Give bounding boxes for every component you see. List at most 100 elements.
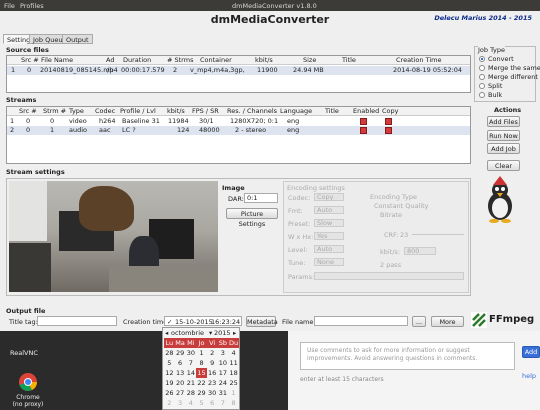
calendar-day[interactable]: 11 — [228, 358, 239, 368]
crf-slider[interactable] — [412, 234, 464, 235]
two-pass-checkbox[interactable]: 2 pass — [380, 261, 401, 269]
calendar-day[interactable]: 7 — [218, 398, 229, 408]
calendar-day[interactable]: 16 — [207, 368, 218, 378]
calendar-day[interactable]: 8 — [196, 358, 207, 368]
encoding-settings-label: Encoding settings — [287, 184, 345, 192]
calendar-day[interactable]: 27 — [175, 388, 186, 398]
prev-year-icon[interactable]: ▾ — [209, 329, 212, 337]
calendar-day[interactable]: 8 — [228, 398, 239, 408]
enabled-checkbox[interactable] — [360, 118, 367, 125]
calendar-day[interactable]: 14 — [186, 368, 197, 378]
clear-button[interactable]: Clear — [487, 160, 520, 171]
day-header: Mi — [187, 339, 195, 347]
tune-select[interactable]: None — [314, 258, 344, 266]
calendar-month[interactable]: octombrie — [171, 329, 204, 337]
check-icon[interactable]: ✓ — [167, 318, 172, 326]
calendar-day[interactable]: 3 — [175, 398, 186, 408]
calendar-day[interactable]: 31 — [218, 388, 229, 398]
menu-profiles[interactable]: Profiles — [20, 2, 44, 10]
tab-output[interactable]: Output — [62, 34, 93, 44]
chrome-icon[interactable] — [18, 372, 38, 392]
calendar-day[interactable]: 2 — [164, 398, 175, 408]
calendar-day[interactable]: 5 — [164, 358, 175, 368]
menu-file[interactable]: File — [4, 2, 15, 10]
calendar-day[interactable]: 22 — [196, 378, 207, 388]
copy-checkbox[interactable] — [385, 127, 392, 134]
run-now-button[interactable]: Run Now — [487, 130, 520, 141]
calendar-day[interactable]: 29 — [196, 388, 207, 398]
calendar-day[interactable]: 5 — [196, 398, 207, 408]
title-tag-label: Title tag: — [9, 318, 38, 326]
help-link[interactable]: help — [522, 372, 536, 380]
creation-time-field[interactable]: ✓ 15-10-2015 16:23:24 — [164, 316, 242, 326]
calendar-day[interactable]: 21 — [186, 378, 197, 388]
params-field[interactable] — [314, 272, 464, 280]
streams-label: Streams — [6, 96, 37, 104]
calendar-day[interactable]: 6 — [175, 358, 186, 368]
calendar-day[interactable]: 3 — [218, 348, 229, 358]
dar-field[interactable]: 0:1 — [244, 193, 278, 203]
calendar-day[interactable]: 24 — [218, 378, 229, 388]
bitrate-radio[interactable]: Bitrate — [380, 211, 402, 219]
calendar-day[interactable]: 19 — [164, 378, 175, 388]
chrome-label[interactable]: Chrome (no proxy) — [12, 394, 44, 408]
metadata-button[interactable]: Metadata — [246, 316, 278, 327]
calendar-day[interactable]: 23 — [207, 378, 218, 388]
table-row[interactable]: 1 0 0 video h264 Baseline 31 11984 30/1 … — [7, 117, 470, 126]
col-duration: Duration — [123, 56, 152, 64]
realvnc-label[interactable]: RealVNC — [10, 349, 38, 357]
tune-label: Tune: — [288, 259, 306, 267]
prev-month-icon[interactable]: ◂ — [165, 329, 168, 337]
calendar-day[interactable]: 20 — [175, 378, 186, 388]
add-job-button[interactable]: Add Job — [487, 143, 520, 154]
calendar-day[interactable]: 10 — [218, 358, 229, 368]
calendar-day[interactable]: 18 — [228, 368, 239, 378]
day-header: Jo — [198, 339, 205, 347]
more-button[interactable]: More — [431, 316, 464, 327]
cq-radio[interactable]: Constant Quality — [374, 202, 429, 210]
streams-table: Src # Strm # Type Codec Profile / Lvl kb… — [6, 106, 471, 164]
fmt-select[interactable]: Auto — [314, 206, 344, 214]
comment-box[interactable]: Use comments to ask for more information… — [300, 342, 515, 370]
cell: 24.94 MB — [293, 66, 324, 74]
calendar-day[interactable]: 1 — [196, 348, 207, 358]
day-header: Ma — [175, 339, 185, 347]
browse-button[interactable]: ... — [412, 316, 426, 327]
calendar-day[interactable]: 26 — [164, 388, 175, 398]
calendar-year[interactable]: 2015 — [214, 329, 231, 337]
next-month-icon[interactable]: ▸ — [233, 329, 236, 337]
widthx-select[interactable]: Yes — [314, 232, 344, 240]
calendar-day-selected[interactable]: 15 — [196, 368, 207, 378]
title-tag-field[interactable] — [37, 316, 117, 326]
add-comment-button[interactable]: Add — [522, 346, 540, 358]
enabled-checkbox[interactable] — [360, 127, 367, 134]
calendar-day[interactable]: 29 — [175, 348, 186, 358]
calendar-day[interactable]: 2 — [207, 348, 218, 358]
calendar-day[interactable]: 25 — [228, 378, 239, 388]
kbits-field[interactable]: 800 — [404, 247, 436, 255]
table-row[interactable]: 1 0 20140819_085145.mp4 /h 00:00:17.579 … — [7, 66, 470, 75]
calendar-day[interactable]: 17 — [218, 368, 229, 378]
calendar-day[interactable]: 30 — [207, 388, 218, 398]
calendar-day[interactable]: 6 — [207, 398, 218, 408]
calendar-day[interactable]: 28 — [186, 388, 197, 398]
calendar-day[interactable]: 4 — [228, 348, 239, 358]
calendar-day[interactable]: 9 — [207, 358, 218, 368]
copy-checkbox[interactable] — [385, 118, 392, 125]
codec-label: Codec: — [288, 194, 311, 202]
calendar-day[interactable]: 7 — [186, 358, 197, 368]
level-select[interactable]: Auto — [314, 245, 344, 253]
calendar-day[interactable]: 30 — [186, 348, 197, 358]
picture-settings-button[interactable]: Picture Settings — [226, 208, 278, 228]
calendar-day[interactable]: 12 — [164, 368, 175, 378]
preset-select[interactable]: Slow — [314, 219, 344, 227]
calendar-day[interactable]: 13 — [175, 368, 186, 378]
calendar-day[interactable]: 28 — [164, 348, 175, 358]
table-row[interactable]: 2 0 1 audio aac LC ? 124 48000 2 - stere… — [7, 126, 470, 135]
add-files-button[interactable]: Add Files — [487, 116, 520, 127]
calendar-day[interactable]: 1 — [228, 388, 239, 398]
codec-select[interactable]: Copy — [314, 193, 344, 201]
file-name-field[interactable] — [314, 316, 408, 326]
calendar-day[interactable]: 4 — [186, 398, 197, 408]
bag — [79, 186, 134, 231]
